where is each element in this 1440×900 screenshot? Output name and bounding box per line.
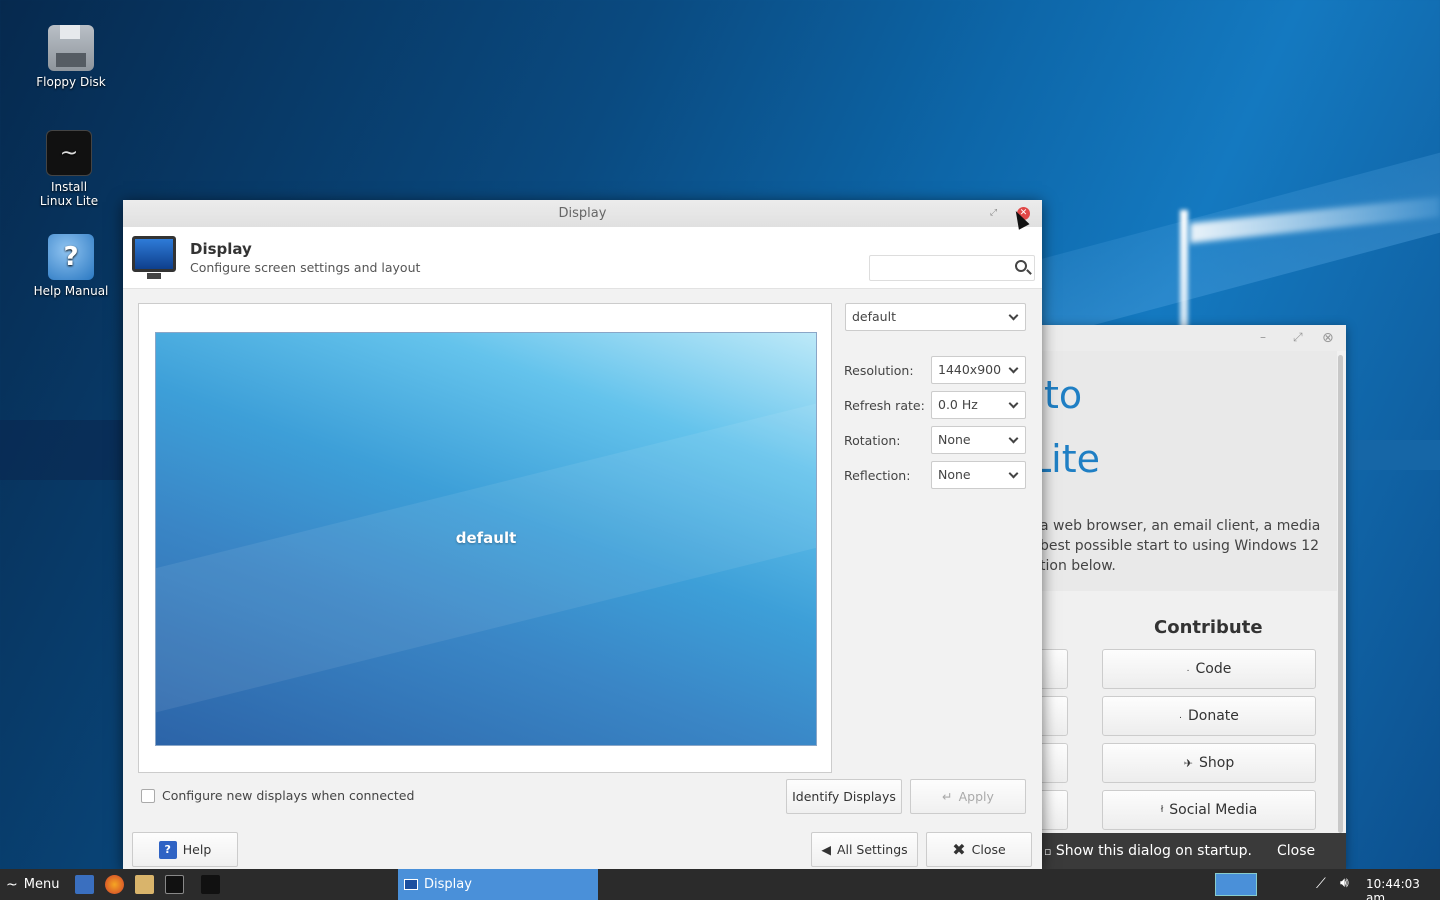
wallpaper-ray [0, 420, 125, 480]
desktop-icon-floppy[interactable]: Floppy Disk [21, 25, 121, 89]
desktop-icon-label: Help Manual [33, 284, 109, 298]
code-button[interactable]: . Code [1102, 649, 1316, 689]
help-bubble-icon: ? [48, 234, 94, 280]
donate-button[interactable]: . Donate [1102, 696, 1316, 736]
taskbar: ~ Menu Display ⟋ 🔊︎ 10:44:03 am [0, 869, 1440, 900]
network-icon[interactable]: ⟋ [1316, 876, 1326, 892]
maximize-icon[interactable]: ⤢ [987, 207, 1000, 220]
desktop-icon-install[interactable]: ~ Install Linux Lite [19, 130, 119, 208]
welcome-titlebar: – ⤢ ⊗ [1042, 325, 1346, 351]
close-button[interactable]: ✖ Close [926, 832, 1032, 867]
desktop-icon-help[interactable]: ? Help Manual [21, 234, 121, 298]
contribute-heading: Contribute [1154, 617, 1263, 638]
reflection-select[interactable]: None [931, 461, 1026, 489]
search-icon [1015, 260, 1027, 272]
rotation-select[interactable]: None [931, 426, 1026, 454]
resolution-label: Resolution: [844, 363, 914, 378]
floppy-disk-icon [48, 25, 94, 71]
help-button[interactable]: ? Help [132, 832, 238, 867]
output-select[interactable]: default [845, 303, 1026, 331]
refresh-rate-label: Refresh rate: [844, 398, 925, 413]
volume-icon[interactable]: 🔊︎ [1340, 875, 1349, 891]
maximize-icon[interactable]: ⤢ [1293, 330, 1303, 345]
welcome-button-stub[interactable] [1042, 649, 1068, 689]
apply-button[interactable]: ↵ Apply [910, 779, 1026, 814]
configure-new-displays-checkbox[interactable] [141, 789, 155, 803]
checkbox-icon[interactable]: ▫ [1044, 845, 1051, 858]
social-media-button[interactable]: ł Social Media [1102, 790, 1316, 830]
resolution-select[interactable]: 1440x900 [931, 356, 1026, 384]
back-arrow-icon: ◀ [821, 842, 831, 857]
chevron-down-icon [1008, 398, 1019, 409]
show-desktop-icon[interactable] [75, 875, 94, 894]
header-title: Display [190, 240, 252, 258]
welcome-title-line2: Lite [1042, 437, 1101, 481]
display-header: Display Configure screen settings and la… [123, 227, 1042, 289]
donate-icon: . [1179, 711, 1182, 721]
header-subtitle: Configure screen settings and layout [190, 260, 421, 275]
chevron-down-icon [1008, 310, 1019, 321]
all-settings-button[interactable]: ◀ All Settings [811, 832, 918, 867]
welcome-hero: to Lite a web browser, an email client, … [1042, 351, 1337, 591]
file-manager-icon[interactable] [135, 875, 154, 894]
welcome-footer: ▫ Show this dialog on startup. Close [1042, 833, 1346, 870]
wallpaper-ray [1340, 440, 1440, 470]
configure-new-displays-label[interactable]: Configure new displays when connected [162, 788, 414, 803]
desktop-icon-label: Install Linux Lite [39, 180, 99, 208]
monitor-icon [132, 236, 176, 279]
code-icon: . [1186, 664, 1190, 674]
firefox-icon[interactable] [105, 875, 124, 894]
linux-lite-logo-icon: ~ [6, 876, 18, 893]
shop-icon: ✈ [1183, 756, 1193, 770]
welcome-window: – ⤢ ⊗ to Lite a web browser, an email cl… [1042, 325, 1346, 870]
chevron-down-icon [1008, 468, 1019, 479]
close-x-icon: ✖ [952, 840, 966, 859]
wallpaper-ray [1190, 196, 1440, 244]
close-icon[interactable]: ⊗ [1322, 330, 1334, 346]
welcome-title-line1: to [1044, 373, 1083, 417]
welcome-button-stub[interactable] [1042, 743, 1068, 783]
welcome-close-button[interactable]: Close [1277, 843, 1315, 859]
social-icon: ł [1160, 805, 1164, 815]
display-titlebar[interactable]: Display ⤢ ✕ [123, 200, 1042, 227]
terminal-icon[interactable] [165, 875, 184, 894]
linux-lite-logo-icon: ~ [46, 130, 92, 176]
shop-button[interactable]: ✈ Shop [1102, 743, 1316, 783]
identify-displays-button[interactable]: Identify Displays [786, 779, 902, 814]
taskbar-task-display[interactable]: Display [398, 869, 598, 900]
menu-button[interactable]: ~ Menu [6, 869, 59, 900]
linux-lite-logo-icon[interactable] [201, 875, 220, 894]
clock[interactable]: 10:44:03 am [1366, 877, 1440, 900]
monitor-icon [404, 879, 418, 890]
search-input[interactable] [869, 255, 1035, 281]
chevron-down-icon [1008, 363, 1019, 374]
wallpaper-ray [1000, 150, 1440, 350]
workspace-switcher[interactable] [1215, 873, 1257, 896]
display-window: Display ⤢ ✕ Display Configure screen set… [123, 200, 1042, 870]
welcome-scrollbar[interactable] [1338, 355, 1343, 833]
display-preview-monitor[interactable]: default [155, 332, 817, 746]
rotation-label: Rotation: [844, 433, 901, 448]
display-preview-frame: default [138, 303, 832, 773]
chevron-down-icon [1008, 433, 1019, 444]
preview-label: default [455, 529, 517, 547]
refresh-rate-select[interactable]: 0.0 Hz [931, 391, 1026, 419]
help-icon: ? [158, 840, 177, 859]
welcome-button-stub[interactable] [1042, 790, 1068, 830]
show-on-startup-label[interactable]: ▫ Show this dialog on startup. [1044, 843, 1252, 859]
return-arrow-icon: ↵ [942, 789, 953, 804]
minimize-icon[interactable]: – [1260, 330, 1266, 344]
welcome-button-stub[interactable] [1042, 696, 1068, 736]
welcome-paragraph: a web browser, an email client, a media … [1042, 518, 1321, 574]
window-title: Display [558, 206, 607, 221]
desktop-icon-label: Floppy Disk [36, 75, 106, 89]
reflection-label: Reflection: [844, 468, 911, 483]
